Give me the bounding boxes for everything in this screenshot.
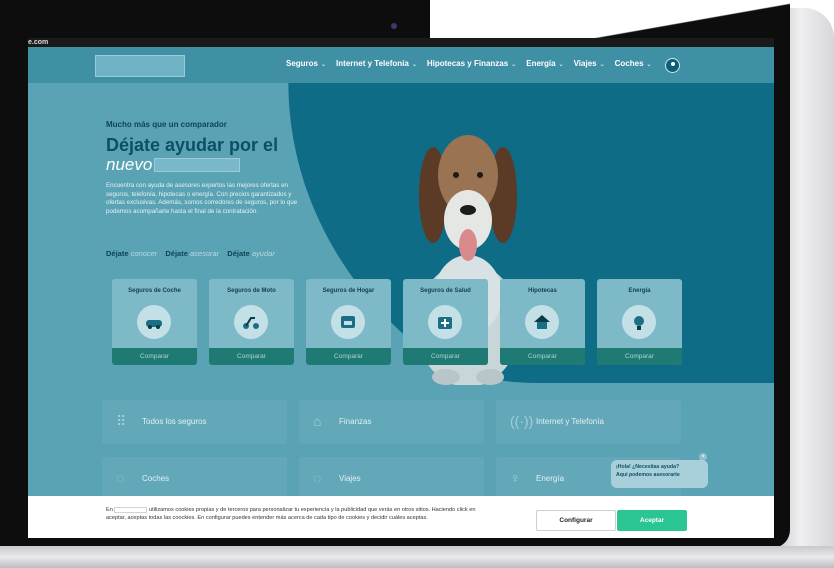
webcam-icon bbox=[391, 23, 397, 29]
card-seguros-hogar[interactable]: Seguros de Hogar Comparar bbox=[306, 279, 391, 365]
nav-item-hipotecas[interactable]: Hipotecas y Finanzas ⌄ bbox=[427, 59, 516, 68]
nav-label: Hipotecas y Finanzas bbox=[426, 59, 509, 68]
category-todos-seguros[interactable]: ⠿ Todos los seguros bbox=[102, 400, 287, 444]
chevron-down-icon: ⌄ bbox=[411, 62, 417, 68]
card-hipotecas[interactable]: Hipotecas Comparar bbox=[500, 279, 585, 365]
accept-button[interactable]: Aceptar bbox=[617, 510, 687, 531]
chevron-down-icon: ⌄ bbox=[646, 62, 652, 68]
card-seguros-salud[interactable]: Seguros de Salud Comparar bbox=[403, 279, 488, 365]
brand-name-placeholder bbox=[154, 158, 240, 172]
configure-button[interactable]: Configurar bbox=[536, 510, 616, 531]
lightbulb-icon bbox=[622, 305, 656, 339]
card-seguros-coche[interactable]: Seguros de Coche Comparar bbox=[112, 279, 197, 365]
cookie-banner: En utilizamos cookies propias y de terce… bbox=[28, 496, 774, 538]
brand-name-placeholder bbox=[114, 506, 148, 513]
site-logo-placeholder[interactable] bbox=[95, 55, 185, 77]
chat-line: ¡Hola! ¿Necesitas ayuda? bbox=[616, 464, 680, 470]
nav-item-seguros[interactable]: Seguros ⌄ bbox=[286, 59, 326, 68]
category-label: Todos los seguros bbox=[142, 417, 207, 426]
tagline-prefix: Déjate bbox=[165, 249, 188, 258]
compare-button[interactable]: Comparar bbox=[112, 348, 197, 365]
category-finanzas[interactable]: ⌂ Finanzas bbox=[299, 400, 484, 444]
category-label: Coches bbox=[142, 474, 170, 483]
category-label: Finanzas bbox=[339, 417, 372, 426]
dejate-taglines: Déjate conocer Déjate asesorar Déjate ay… bbox=[106, 249, 281, 258]
tagline-word: ayudar bbox=[251, 249, 275, 258]
url-text[interactable]: e.com bbox=[28, 38, 48, 47]
grid-icon: ⠿ bbox=[116, 413, 127, 429]
cookie-text: utilizamos cookies propias y de terceros… bbox=[106, 507, 476, 522]
category-internet[interactable]: ((·)) Internet y Telefonía bbox=[496, 400, 681, 444]
card-title: Energía bbox=[628, 288, 651, 294]
category-coches[interactable]: ◌ Coches bbox=[102, 457, 287, 501]
main-menu: Seguros ⌄ Internet y Telefonía ⌄ Hipotecas… bbox=[286, 59, 652, 68]
card-title: Seguros de Coche bbox=[128, 288, 181, 294]
chevron-down-icon: ⌄ bbox=[599, 62, 605, 68]
bulb-outline-icon: ♀ bbox=[510, 470, 521, 486]
scooter-icon bbox=[234, 305, 268, 339]
nav-item-coches[interactable]: Coches ⌄ bbox=[615, 59, 652, 68]
medical-kit-icon bbox=[428, 305, 462, 339]
house-icon bbox=[525, 305, 559, 339]
compare-button[interactable]: Comparar bbox=[500, 348, 585, 365]
tagline-prefix: Déjate bbox=[106, 249, 129, 258]
card-energia[interactable]: Energía Comparar bbox=[597, 279, 682, 365]
chevron-down-icon: ⌄ bbox=[558, 62, 564, 68]
web-page: Seguros ⌄ Internet y Telefonía ⌄ Hipotecas… bbox=[28, 47, 774, 538]
nav-label: Viajes bbox=[573, 59, 597, 68]
nav-label: Energía bbox=[526, 59, 556, 68]
category-label: Internet y Telefonía bbox=[536, 417, 604, 426]
card-title: Seguros de Hogar bbox=[322, 288, 375, 294]
tagline-prefix: Déjate bbox=[227, 249, 250, 258]
compare-button[interactable]: Comparar bbox=[403, 348, 488, 365]
car-icon bbox=[137, 305, 171, 339]
hero-title-highlight: nuevo bbox=[106, 155, 153, 174]
top-navigation: Seguros ⌄ Internet y Telefonía ⌄ Hipotecas… bbox=[28, 47, 774, 83]
car-outline-icon: ◌ bbox=[116, 470, 125, 486]
category-label: Energía bbox=[536, 474, 565, 483]
chevron-down-icon: ⌄ bbox=[511, 62, 517, 68]
card-title: Seguros de Salud bbox=[420, 288, 471, 294]
hero-description: Encuentra con ayuda de asesores expertos… bbox=[106, 182, 298, 215]
globe-icon: ◌ bbox=[313, 470, 322, 486]
nav-label: Seguros bbox=[286, 59, 319, 68]
tagline-word: conocer bbox=[130, 249, 158, 258]
category-label: Viajes bbox=[339, 474, 361, 483]
card-title: Hipotecas bbox=[528, 288, 557, 294]
card-title: Seguros de Moto bbox=[227, 288, 276, 294]
nav-label: Coches bbox=[614, 59, 644, 68]
nav-item-internet[interactable]: Internet y Telefonía ⌄ bbox=[336, 59, 417, 68]
category-viajes[interactable]: ◌ Viajes bbox=[299, 457, 484, 501]
chevron-down-icon: ⌄ bbox=[321, 62, 327, 68]
cookie-prefix: En bbox=[106, 507, 113, 513]
cookie-message: En utilizamos cookies propias y de terce… bbox=[106, 506, 486, 523]
tagline-word: asesorar bbox=[190, 249, 220, 258]
sofa-icon bbox=[331, 305, 365, 339]
chat-line: Aquí podemos asesorarte bbox=[616, 471, 680, 478]
nav-item-viajes[interactable]: Viajes ⌄ bbox=[574, 59, 605, 68]
card-seguros-moto[interactable]: Seguros de Moto Comparar bbox=[209, 279, 294, 365]
screen: e.com Seguros ⌄ Internet y Telefonía ⌄ Hip… bbox=[28, 38, 774, 538]
laptop-frame: e.com Seguros ⌄ Internet y Telefonía ⌄ Hip… bbox=[0, 0, 834, 568]
compare-button[interactable]: Comparar bbox=[306, 348, 391, 365]
hero-title: Déjate ayudar por el bbox=[106, 135, 279, 155]
nav-label: Internet y Telefonía bbox=[336, 59, 409, 68]
hero-eyebrow: Mucho más que un comparador bbox=[106, 120, 227, 129]
chat-widget[interactable]: ¡Hola! ¿Necesitas ayuda? Aquí podemos as… bbox=[611, 460, 708, 488]
wifi-icon: ((·)) bbox=[510, 413, 534, 429]
compare-button[interactable]: Comparar bbox=[209, 348, 294, 365]
browser-bar: e.com bbox=[28, 38, 774, 47]
compare-button[interactable]: Comparar bbox=[597, 348, 682, 365]
house-outline-icon: ⌂ bbox=[313, 413, 322, 429]
nav-item-energia[interactable]: Energía ⌄ bbox=[526, 59, 563, 68]
laptop-base bbox=[0, 546, 834, 568]
user-account-icon[interactable] bbox=[665, 58, 680, 73]
